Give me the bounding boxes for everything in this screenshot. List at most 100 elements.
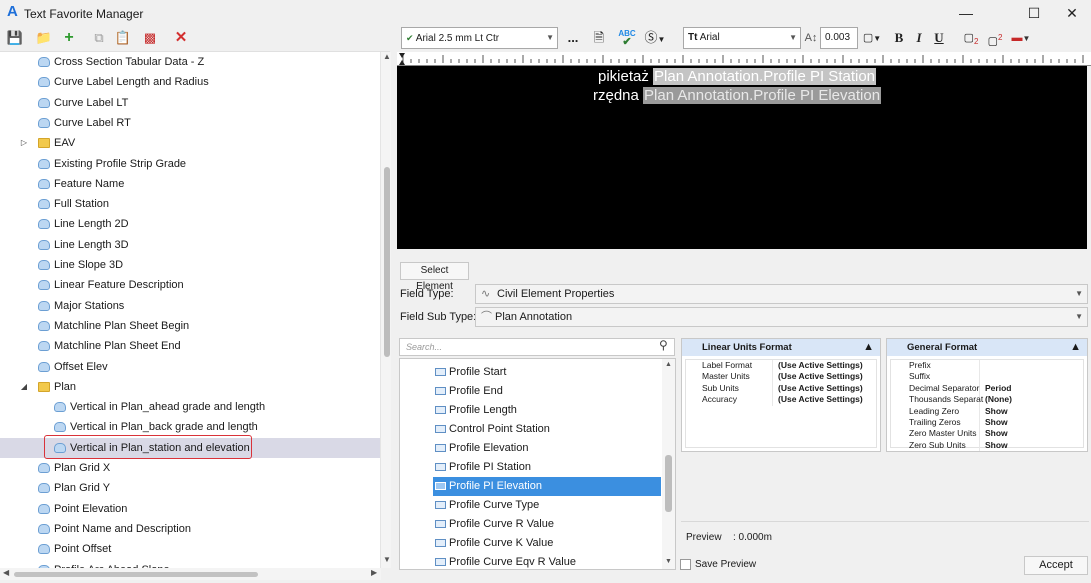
property-item[interactable]: Profile Length [433,401,661,420]
tree-item[interactable]: Offset Elev [0,357,380,377]
chevron-down-icon: ▼ [789,33,797,42]
tree-item[interactable]: Curve Label Length and Radius [0,72,380,92]
property-list-scrollbar[interactable]: ▲ ▼ [662,359,675,569]
copy-icon[interactable]: ⧉ [90,29,108,47]
tree-item[interactable]: Line Slope 3D [0,255,380,275]
italic-button[interactable]: I [911,29,927,47]
tree-item[interactable]: Matchline Plan Sheet Begin [0,316,380,336]
subscript-icon[interactable]: ▢2 [961,29,981,47]
tree-item[interactable]: Curve Label LT [0,93,380,113]
property-item-label: Control Point Station [449,423,550,435]
chevron-up-icon[interactable]: ▲ [863,339,874,356]
font-combo[interactable]: Tt Arial ▼ [683,27,801,49]
tree-item[interactable]: Curve Label RT [0,113,380,133]
tree-vertical-scrollbar[interactable]: ▲ ▼ [381,52,391,568]
format-row[interactable]: Leading Zero Show [891,406,1081,417]
tree-horizontal-scrollbar[interactable]: ◀ ▶ [0,568,381,580]
format-row[interactable]: Decimal Separator Period [891,383,1081,394]
tree-item[interactable]: Vertical in Plan_ahead grade and length [0,397,380,417]
field-type-combo[interactable]: ∿ Civil Element Properties ▼ [475,284,1088,304]
underline-button[interactable]: U [931,29,947,47]
property-item[interactable]: Profile Curve R Value [433,515,661,534]
field-sub-type-combo[interactable]: ⌒ Plan Annotation ▼ [475,307,1088,327]
minimize-icon[interactable]: — [943,0,989,26]
tree-item[interactable]: Full Station [0,194,380,214]
property-scroll-thumb[interactable] [665,455,672,512]
property-item[interactable]: Profile Elevation [433,439,661,458]
close-icon[interactable]: ✕ [1057,0,1087,26]
add-icon[interactable]: + [60,29,78,47]
paste-icon[interactable]: 📋 [114,29,132,47]
tree-item[interactable]: Plan Grid Y [0,478,380,498]
property-item[interactable]: Control Point Station [433,420,661,439]
rename-icon[interactable]: ▩ [141,29,159,47]
tree-item[interactable]: Profile Arc Ahead Slope [0,560,380,568]
tree-scroll-thumb[interactable] [384,167,390,357]
format-row[interactable]: Zero Master Units Show [891,428,1081,439]
tree-hscroll-thumb[interactable] [14,572,258,577]
property-item[interactable]: Profile PI Elevation [433,477,661,496]
ruler [397,52,1091,66]
highlight-icon[interactable]: ▬▼ [1008,29,1034,47]
search-input[interactable]: Search... [399,338,675,356]
tree-item[interactable]: Line Length 2D [0,214,380,234]
format-row[interactable]: Suffix [891,371,1081,382]
format-row[interactable]: Label Format (Use Active Settings) [686,360,876,371]
tree-item[interactable]: Major Stations [0,296,380,316]
format-row[interactable]: Trailing Zeros Show [891,417,1081,428]
tree-item[interactable]: Point Name and Description [0,519,380,539]
tree-item[interactable]: Vertical in Plan_station and elevation [0,438,380,458]
superscript-icon[interactable]: ▢2 [985,29,1005,48]
maximize-icon[interactable]: ☐ [1011,0,1057,26]
tree-item[interactable]: Point Offset [0,539,380,559]
format-row[interactable]: Accuracy (Use Active Settings) [686,394,876,405]
fields-icon[interactable]: 🗎 [589,29,609,47]
property-item[interactable]: Profile PI Station [433,458,661,477]
general-format-header[interactable]: General Format ▲ [887,339,1087,356]
symbol-icon[interactable]: Ⓢ▼ [641,29,669,47]
linear-units-header[interactable]: Linear Units Format ▲ [682,339,880,356]
tree-item[interactable]: Line Length 3D [0,235,380,255]
tree-item[interactable]: Linear Feature Description [0,275,380,295]
tree-item[interactable]: Matchline Plan Sheet End [0,336,380,356]
property-item[interactable]: Profile Start [433,363,661,382]
format-row[interactable]: Thousands Separat (None) [891,394,1081,405]
text-editor[interactable]: pikietaż Plan Annotation.Profile PI Stat… [397,66,1087,249]
chevron-up-icon[interactable]: ▲ [1070,339,1081,356]
editor-field-elevation[interactable]: Plan Annotation.Profile PI Elevation [643,87,882,104]
color-icon[interactable]: ▢▼ [860,29,884,47]
delete-icon[interactable]: ✕ [172,29,190,47]
tree-item[interactable]: ◢ Plan [0,377,380,397]
text-favorite-icon [38,57,50,67]
tree-item[interactable]: ▷ EAV [0,133,380,153]
more-button[interactable]: ... [565,29,581,47]
tree-item[interactable]: Plan Grid X [0,458,380,478]
property-item[interactable]: Profile Curve Type [433,496,661,515]
property-item[interactable]: Profile End [433,382,661,401]
editor-field-station[interactable]: Plan Annotation.Profile PI Station [653,68,877,85]
format-row[interactable]: Sub Units (Use Active Settings) [686,383,876,394]
expand-icon[interactable]: ▷ [19,133,29,153]
search-icon[interactable]: ⚲ [659,338,668,352]
select-element-button[interactable]: Select Element [400,262,469,292]
property-item[interactable]: Profile Curve Eqv R Value [433,553,661,569]
format-row[interactable]: Zero Sub Units Show [891,440,1081,451]
spell-check-icon[interactable]: ABC ✔ [616,29,638,48]
tree-item[interactable]: Feature Name [0,174,380,194]
tree-item[interactable]: Existing Profile Strip Grade [0,154,380,174]
format-row[interactable]: Prefix [891,360,1081,371]
save-preview-checkbox[interactable] [680,559,691,570]
property-item[interactable]: Profile Curve K Value [433,534,661,553]
font-icon: Tt [688,32,698,43]
height-input[interactable]: 0.003 [820,27,858,49]
text-favorite-icon [38,483,50,494]
format-row[interactable]: Master Units (Use Active Settings) [686,371,876,382]
accept-button[interactable]: Accept [1024,556,1088,575]
text-style-combo[interactable]: ✔ Arial 2.5 mm Lt Ctr ▼ [401,27,558,49]
bold-button[interactable]: B [891,29,907,47]
collapse-icon[interactable]: ◢ [19,377,29,397]
tree-item[interactable]: Point Elevation [0,499,380,519]
tree-item[interactable]: Cross Section Tabular Data - Z [0,52,380,72]
save-icon[interactable]: 💾 [6,29,24,47]
new-folder-icon[interactable]: 📁 [35,29,53,47]
